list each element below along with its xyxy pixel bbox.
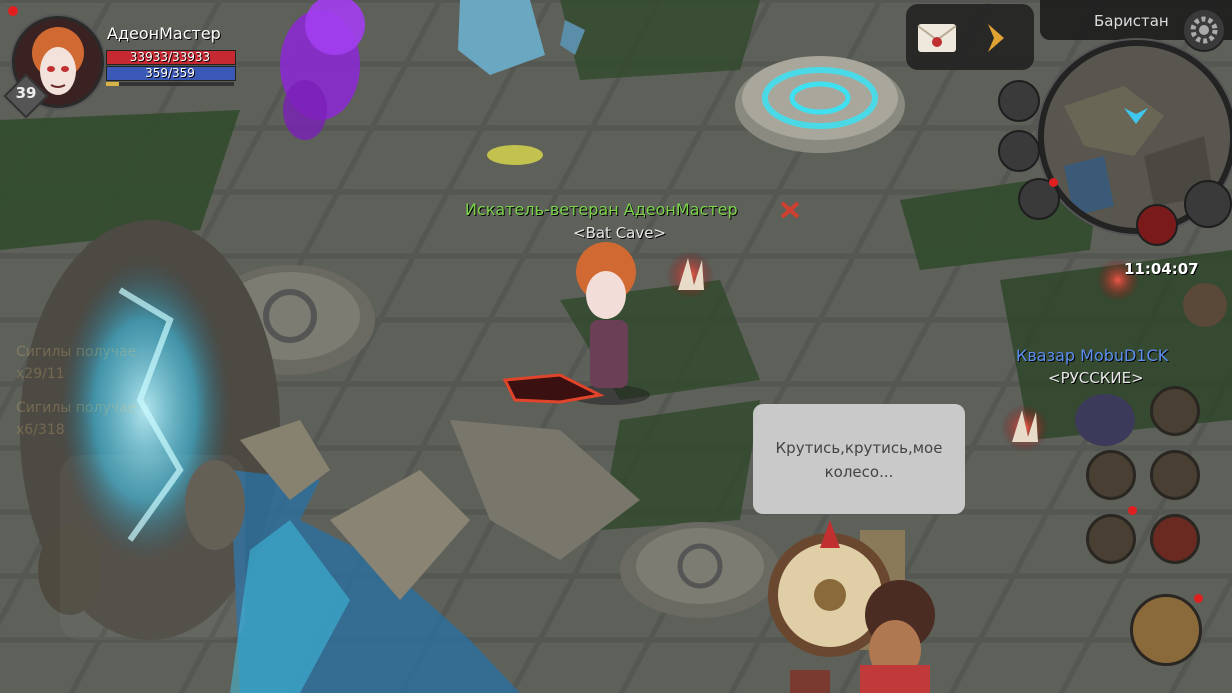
chest-action-icon[interactable] bbox=[1130, 594, 1202, 666]
chevron-right-icon[interactable] bbox=[976, 18, 1016, 58]
chat-line: Сигилы получае bbox=[16, 400, 137, 416]
scroll-icon[interactable] bbox=[998, 130, 1040, 172]
level-text: 39 bbox=[15, 84, 37, 102]
player-name: АдеонМастер bbox=[107, 24, 221, 43]
guild-emblem-icon bbox=[779, 198, 801, 220]
other-player-title: Квазар bbox=[1016, 346, 1076, 365]
chat-line: x29/11 bbox=[16, 366, 65, 382]
mp-text: 359/359 bbox=[145, 66, 195, 80]
location-name: Баристан bbox=[1094, 12, 1169, 30]
star-skill-icon[interactable] bbox=[1150, 514, 1200, 564]
player-title: Искатель-ветеран bbox=[465, 200, 619, 219]
speech-text: Крутись,крутись,мое колесо... bbox=[775, 439, 943, 481]
notification-dot bbox=[1128, 506, 1137, 515]
mount-icon[interactable] bbox=[1086, 514, 1136, 564]
pet-icon[interactable] bbox=[1086, 450, 1136, 500]
notification-dot bbox=[1194, 594, 1203, 603]
xp-fill bbox=[106, 82, 119, 86]
player-guild: <Bat Cave> bbox=[573, 224, 667, 242]
other-player-label: Квазар MobuD1CK bbox=[1016, 346, 1168, 365]
hp-text: 33933/33933 bbox=[129, 50, 211, 64]
battle-icon[interactable] bbox=[1136, 204, 1178, 246]
player-world-label: Искатель-ветеран АдеонМастер bbox=[465, 200, 738, 219]
notification-dot bbox=[8, 6, 18, 16]
other-player-name: MobuD1CK bbox=[1080, 346, 1169, 365]
player-world-name: АдеонМастер bbox=[623, 200, 738, 219]
clock: 11:04:07 bbox=[1124, 260, 1199, 278]
mail-panel bbox=[906, 4, 1034, 70]
inventory-chest-icon[interactable] bbox=[1184, 180, 1232, 228]
notification-dot bbox=[1049, 178, 1058, 187]
scroll-skill-icon[interactable] bbox=[1150, 386, 1200, 436]
emote-icon[interactable] bbox=[1150, 450, 1200, 500]
xp-bar bbox=[106, 82, 234, 86]
gear-icon[interactable] bbox=[1182, 8, 1226, 52]
map-fragment-icon[interactable] bbox=[998, 80, 1040, 122]
envelope-icon[interactable] bbox=[914, 16, 960, 58]
chat-line: Сигилы получае bbox=[16, 344, 137, 360]
chat-line: x6/318 bbox=[16, 422, 65, 438]
other-player-guild: <РУССКИЕ> bbox=[1048, 369, 1144, 387]
